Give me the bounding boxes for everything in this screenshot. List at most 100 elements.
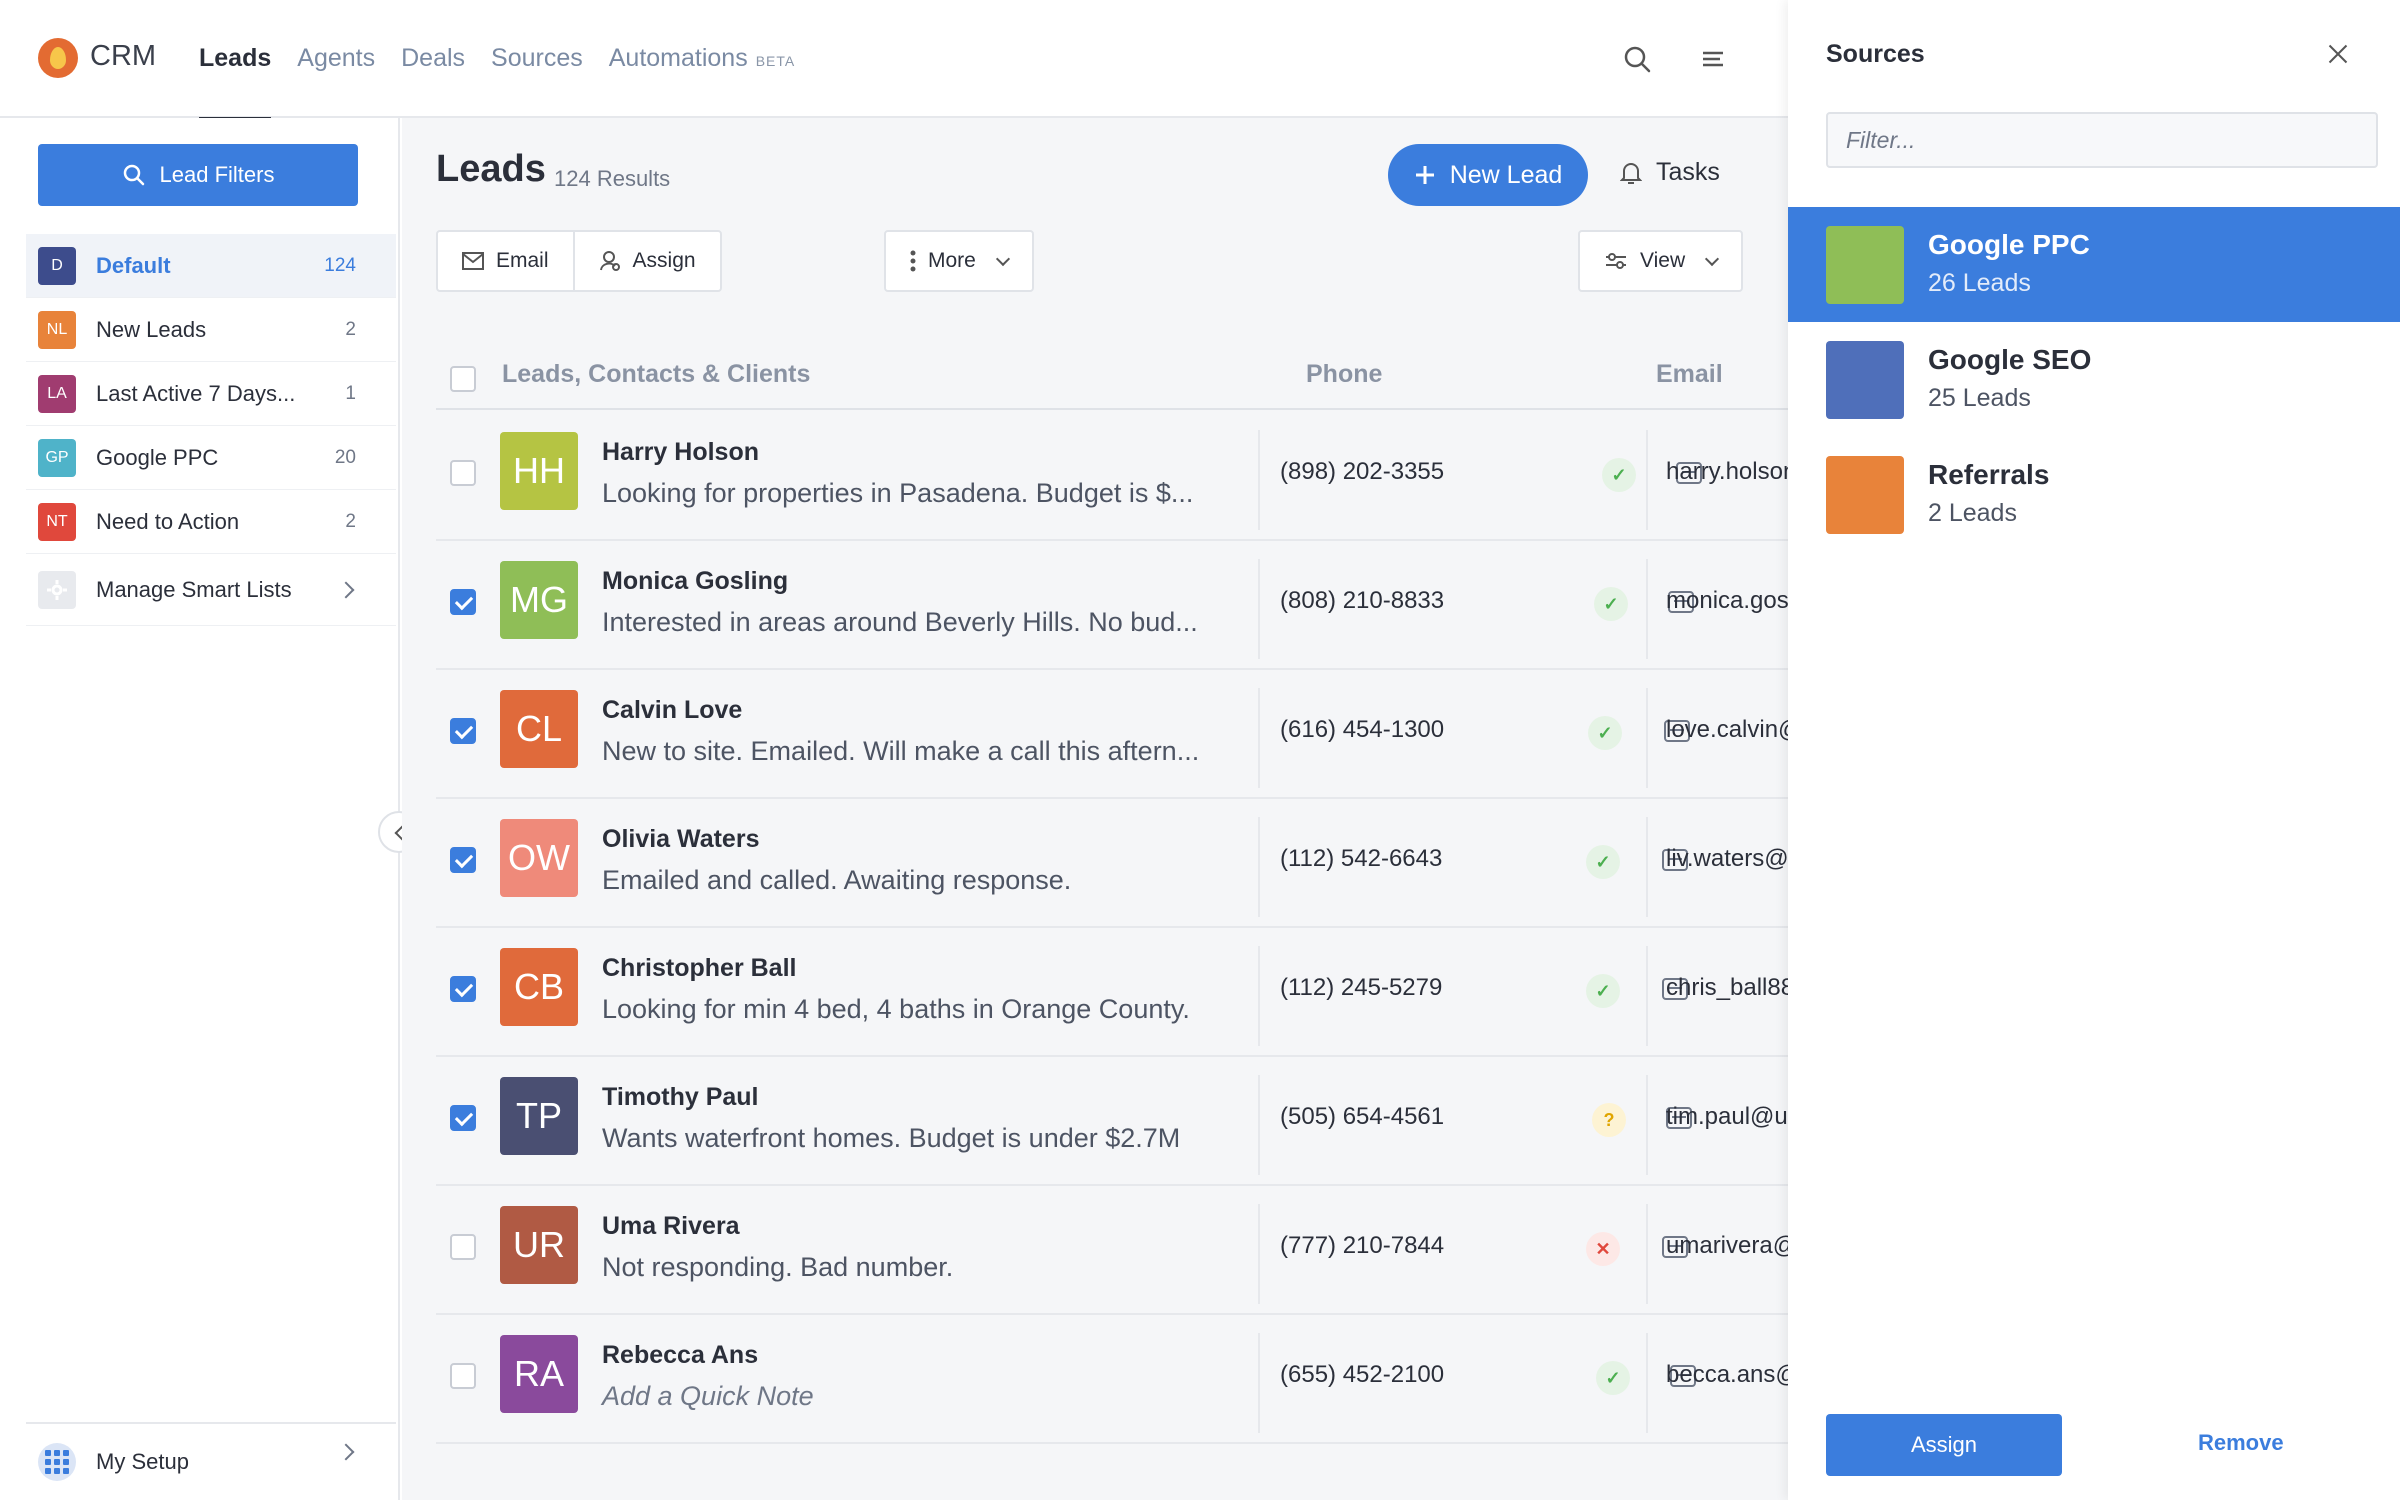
- phone-status-icon: ✓: [1594, 587, 1628, 621]
- row-checkbox[interactable]: [450, 1363, 476, 1389]
- smart-list-item[interactable]: D Default 124: [26, 234, 396, 298]
- source-filter-input[interactable]: [1826, 112, 2378, 168]
- tasks-label: Tasks: [1656, 158, 1720, 186]
- smart-list-label: Need to Action: [96, 508, 240, 534]
- phone-status-icon: ✓: [1586, 974, 1620, 1008]
- lead-phone[interactable]: (898) 202-3355: [1280, 458, 1444, 486]
- lead-filters-button[interactable]: Lead Filters: [38, 144, 358, 206]
- phone-status-icon: ✕: [1586, 1232, 1620, 1266]
- smart-list-label: New Leads: [96, 316, 207, 342]
- main-nav: Leads Agents Deals Sources Automations BE…: [199, 0, 821, 120]
- table-row[interactable]: RA Rebecca Ans Add a Quick Note (655) 452-2…: [436, 1315, 1838, 1444]
- source-item[interactable]: Google SEO 25 Leads: [1788, 322, 2400, 437]
- row-checkbox[interactable]: [450, 1234, 476, 1260]
- table-row[interactable]: OW Olivia Waters Emailed and called. Await…: [436, 799, 1835, 928]
- row-checkbox[interactable]: [450, 1105, 476, 1131]
- column-header-name[interactable]: Leads, Contacts & Clients: [502, 360, 810, 389]
- nav-agents[interactable]: Agents: [297, 0, 375, 118]
- source-item[interactable]: Google PPC 26 Leads: [1788, 207, 2400, 322]
- bell-icon: [1620, 162, 1642, 184]
- search-icon[interactable]: [1622, 44, 1652, 74]
- smart-list-label: Last Active 7 Days...: [96, 380, 296, 406]
- column-header-email[interactable]: Email: [1656, 360, 1723, 389]
- more-dropdown[interactable]: More: [884, 230, 1034, 292]
- smart-list-item[interactable]: LA Last Active 7 Days... 1: [26, 362, 396, 426]
- remove-source-button[interactable]: Remove: [2198, 1430, 2284, 1456]
- column-header-phone[interactable]: Phone: [1306, 360, 1382, 389]
- chevron-down-icon: [1705, 251, 1720, 266]
- table-row[interactable]: MG Monica Gosling Interested in areas arou…: [436, 541, 1826, 670]
- row-checkbox[interactable]: [450, 460, 476, 486]
- source-item[interactable]: Referrals 2 Leads: [1788, 437, 2400, 552]
- select-all-checkbox[interactable]: [450, 366, 476, 392]
- plus-icon: [1415, 166, 1434, 184]
- manage-smart-lists[interactable]: Manage Smart Lists: [26, 554, 396, 626]
- lead-phone[interactable]: (616) 454-1300: [1280, 716, 1444, 744]
- smart-list-label: Google PPC: [96, 444, 219, 470]
- table-row[interactable]: UR Uma Rivera Not responding. Bad number. (…: [436, 1186, 1836, 1315]
- assign-button[interactable]: Assign: [572, 232, 720, 290]
- nav-leads[interactable]: Leads: [199, 0, 272, 120]
- column-divider: [1258, 1333, 1260, 1433]
- table-row[interactable]: CL Calvin Love New to site. Emailed. Will …: [436, 670, 1841, 799]
- lead-name[interactable]: Harry Holson: [602, 438, 759, 467]
- row-checkbox[interactable]: [450, 976, 476, 1002]
- table-row[interactable]: TP Timothy Paul Wants waterfront homes. Bu…: [436, 1057, 1826, 1186]
- column-divider: [1646, 817, 1648, 917]
- lead-name[interactable]: Calvin Love: [602, 696, 742, 725]
- smart-list-item[interactable]: NL New Leads 2: [26, 298, 396, 362]
- nav-deals[interactable]: Deals: [401, 0, 465, 118]
- lead-phone[interactable]: (112) 542-6643: [1280, 845, 1442, 873]
- lead-note[interactable]: Add a Quick Note: [602, 1381, 814, 1412]
- nav-automations[interactable]: Automations BETA: [609, 0, 796, 118]
- tasks-button[interactable]: Tasks: [1620, 158, 1720, 187]
- lead-phone[interactable]: (655) 452-2100: [1280, 1361, 1444, 1389]
- menu-icon[interactable]: [1698, 44, 1728, 74]
- column-divider: [1646, 1075, 1648, 1175]
- panel-title: Sources: [1826, 40, 1925, 68]
- avatar[interactable]: CL: [500, 690, 578, 768]
- phone-status-icon: ✓: [1588, 716, 1622, 750]
- view-button[interactable]: View: [1580, 232, 1741, 290]
- avatar[interactable]: MG: [500, 561, 578, 639]
- email-button[interactable]: Email: [438, 232, 573, 290]
- column-divider: [1258, 1075, 1260, 1175]
- row-checkbox[interactable]: [450, 718, 476, 744]
- nav-sources[interactable]: Sources: [491, 0, 583, 118]
- phone-status-icon: ✓: [1596, 1361, 1630, 1395]
- assign-button-label: Assign: [632, 249, 696, 272]
- table-row[interactable]: HH Harry Holson Looking for properties in …: [436, 412, 1834, 541]
- smart-list-badge: D: [38, 246, 76, 285]
- row-checkbox[interactable]: [450, 589, 476, 615]
- column-divider: [1646, 688, 1648, 788]
- row-checkbox[interactable]: [450, 847, 476, 873]
- my-setup[interactable]: My Setup: [26, 1422, 396, 1500]
- table-row[interactable]: CB Christopher Ball Looking for min 4 bed,…: [436, 928, 1832, 1057]
- smart-list-badge: GP: [38, 438, 76, 477]
- avatar[interactable]: OW: [500, 819, 578, 897]
- more-button[interactable]: More: [886, 232, 1032, 290]
- smart-list-item[interactable]: GP Google PPC 20: [26, 426, 396, 490]
- new-lead-button[interactable]: New Lead: [1388, 144, 1588, 206]
- avatar[interactable]: RA: [500, 1335, 578, 1413]
- sources-panel: Sources Google PPC 26 Leads Google SEO 25 L…: [1788, 0, 2400, 1500]
- lead-phone[interactable]: (505) 654-4561: [1280, 1103, 1444, 1131]
- lead-phone[interactable]: (808) 210-8833: [1280, 587, 1444, 615]
- lead-phone[interactable]: (777) 210-7844: [1280, 1232, 1444, 1260]
- close-icon[interactable]: [2324, 40, 2352, 68]
- lead-name[interactable]: Olivia Waters: [602, 825, 759, 854]
- smart-list-item[interactable]: NT Need to Action 2: [26, 490, 396, 554]
- lead-name[interactable]: Christopher Ball: [602, 954, 796, 983]
- lead-phone[interactable]: (112) 245-5279: [1280, 974, 1442, 1002]
- avatar[interactable]: CB: [500, 948, 578, 1026]
- view-dropdown[interactable]: View: [1578, 230, 1744, 292]
- avatar[interactable]: TP: [500, 1077, 578, 1155]
- lead-name[interactable]: Monica Gosling: [602, 567, 788, 596]
- lead-name[interactable]: Timothy Paul: [602, 1083, 759, 1112]
- beta-badge: BETA: [755, 53, 796, 69]
- avatar[interactable]: UR: [500, 1206, 578, 1284]
- avatar[interactable]: HH: [500, 432, 578, 510]
- assign-source-button[interactable]: Assign: [1826, 1414, 2062, 1476]
- lead-name[interactable]: Uma Rivera: [602, 1212, 740, 1241]
- lead-name[interactable]: Rebecca Ans: [602, 1341, 758, 1370]
